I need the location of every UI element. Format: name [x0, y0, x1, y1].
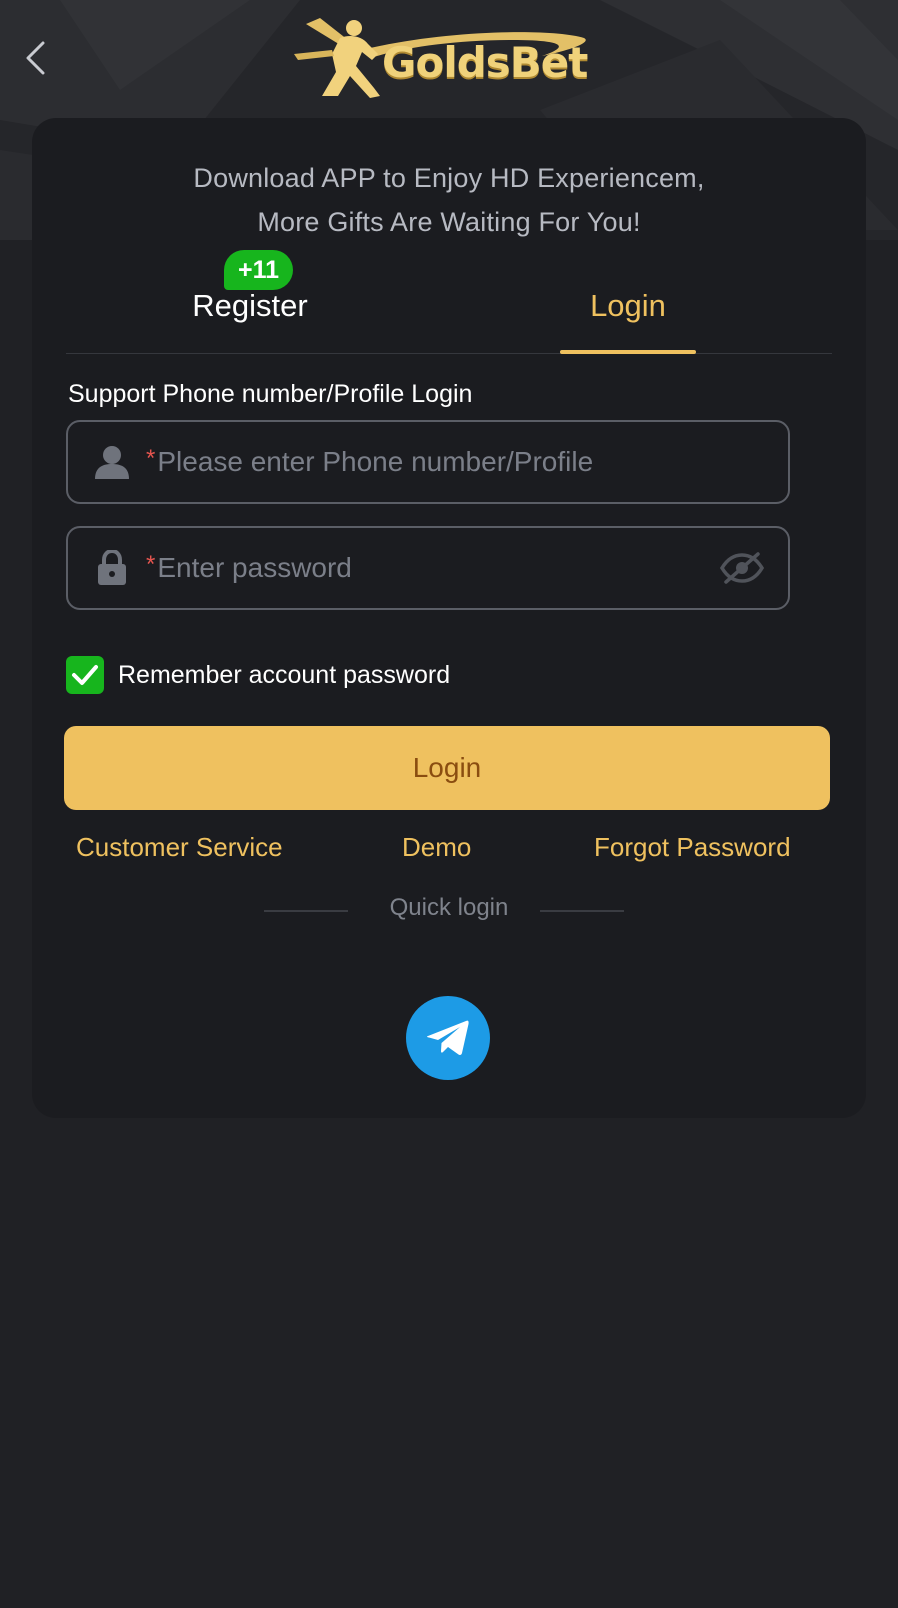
login-card: Download APP to Enjoy HD Experiencem, Mo…: [32, 118, 866, 1118]
login-page: GoldsBet Download APP to Enjoy HD Experi…: [0, 0, 898, 1608]
register-bonus-badge: +11: [224, 250, 294, 290]
chevron-left-icon: [26, 41, 45, 75]
lock-icon: [92, 548, 132, 588]
required-mark: *: [146, 445, 156, 472]
tab-login-label: Login: [590, 288, 666, 323]
brand-logo: GoldsBet: [292, 10, 604, 102]
password-field[interactable]: *: [66, 526, 790, 610]
brand-name: GoldsBet: [382, 38, 588, 87]
support-label: Support Phone number/Profile Login: [68, 380, 473, 408]
quick-login-label: Quick login: [389, 894, 509, 921]
password-input[interactable]: [157, 552, 718, 584]
telegram-icon: [426, 1020, 469, 1055]
telegram-login-button[interactable]: [406, 996, 490, 1080]
back-button[interactable]: [18, 38, 52, 78]
tabs-divider: [66, 353, 832, 354]
login-button[interactable]: Login: [64, 726, 830, 810]
tab-login[interactable]: Login: [558, 244, 698, 354]
username-input[interactable]: [157, 446, 788, 478]
demo-link[interactable]: Demo: [402, 832, 471, 863]
download-promo: Download APP to Enjoy HD Experiencem, Mo…: [32, 156, 866, 244]
promo-line-1: Download APP to Enjoy HD Experiencem,: [193, 163, 705, 193]
tab-register-label: Register: [192, 288, 308, 323]
active-tab-indicator: [560, 350, 696, 354]
checkmark-icon: [72, 665, 98, 685]
eye-off-icon: [720, 552, 764, 584]
remember-checkbox[interactable]: [66, 656, 104, 694]
remember-label: Remember account password: [118, 660, 451, 689]
quick-login-divider: Quick login: [32, 894, 866, 928]
promo-line-2: More Gifts Are Waiting For You!: [257, 207, 641, 237]
required-mark: *: [146, 551, 156, 578]
username-field[interactable]: *: [66, 420, 790, 504]
remember-password[interactable]: Remember account password: [66, 656, 450, 694]
customer-service-link[interactable]: Customer Service: [76, 832, 283, 863]
toggle-password-visibility[interactable]: [718, 544, 766, 592]
footer-links: Customer Service Demo Forgot Password: [32, 832, 866, 868]
divider-line-right: [540, 910, 624, 912]
user-icon: [92, 442, 132, 482]
forgot-password-link[interactable]: Forgot Password: [594, 832, 791, 863]
